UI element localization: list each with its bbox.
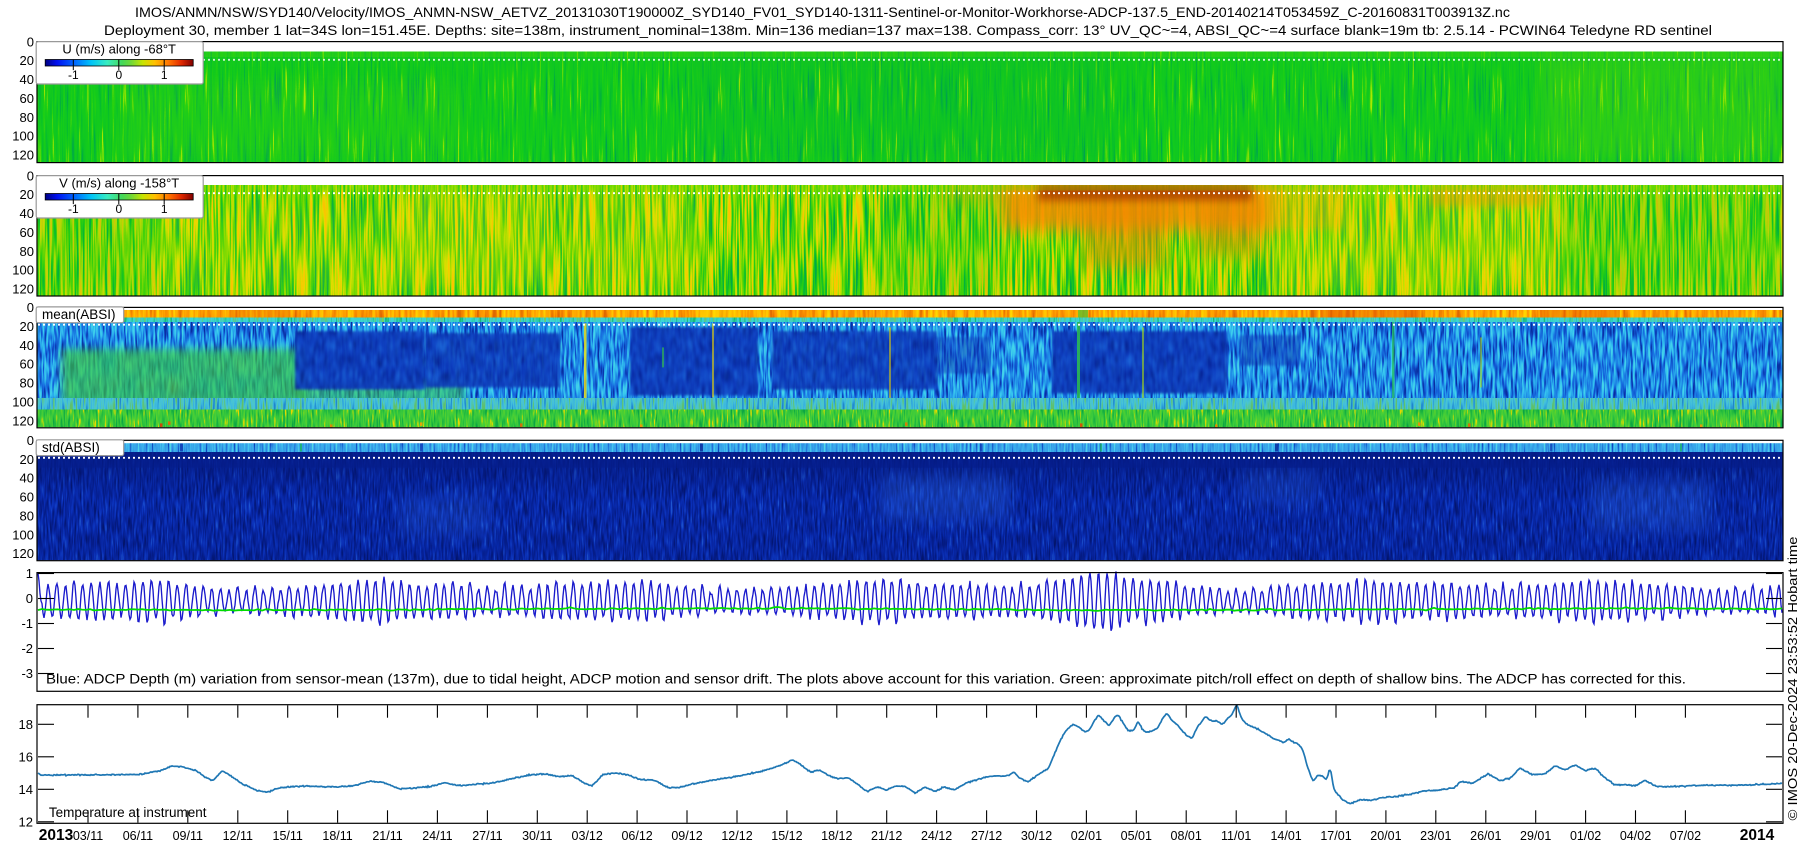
svg-text:-2: -2 [21, 641, 33, 656]
svg-text:27/12: 27/12 [971, 829, 1002, 843]
svg-text:0: 0 [26, 591, 33, 606]
svg-text:0: 0 [27, 300, 34, 315]
svg-text:30/11: 30/11 [522, 829, 552, 843]
svg-text:0: 0 [27, 433, 34, 448]
svg-text:08/01: 08/01 [1171, 829, 1202, 843]
svg-text:40: 40 [20, 338, 34, 353]
svg-text:0: 0 [27, 168, 34, 183]
svg-text:17/01: 17/01 [1320, 829, 1351, 843]
svg-text:40: 40 [20, 72, 34, 87]
svg-text:20: 20 [20, 187, 34, 202]
svg-text:120: 120 [12, 148, 34, 163]
svg-text:80: 80 [20, 509, 34, 524]
svg-text:1: 1 [26, 566, 33, 581]
svg-text:100: 100 [12, 394, 34, 409]
svg-text:14/01: 14/01 [1270, 829, 1301, 843]
svg-text:27/11: 27/11 [472, 829, 502, 843]
svg-text:-1: -1 [68, 202, 79, 216]
svg-text:60: 60 [20, 357, 34, 372]
svg-text:mean(ABSI): mean(ABSI) [42, 307, 116, 322]
svg-text:06/12: 06/12 [621, 829, 652, 843]
svg-text:© IMOS 20-Dec-2024 23:53:52 Ho: © IMOS 20-Dec-2024 23:53:52 Hobart time [1785, 537, 1800, 821]
svg-text:1: 1 [161, 68, 168, 82]
svg-text:U (m/s) along -68°T: U (m/s) along -68°T [62, 41, 176, 56]
svg-text:80: 80 [20, 376, 34, 391]
svg-text:20: 20 [20, 452, 34, 467]
svg-text:20: 20 [20, 53, 34, 68]
svg-text:2014: 2014 [1740, 827, 1775, 844]
svg-text:80: 80 [20, 110, 34, 125]
svg-text:0: 0 [115, 202, 122, 216]
svg-text:Deployment 30, member 1 lat=34: Deployment 30, member 1 lat=34S lon=151.… [104, 23, 1712, 38]
svg-text:-3: -3 [21, 666, 33, 681]
svg-text:100: 100 [12, 527, 34, 542]
svg-text:07/02: 07/02 [1670, 829, 1701, 843]
svg-text:12: 12 [19, 814, 33, 829]
svg-text:03/11: 03/11 [73, 829, 103, 843]
svg-text:Temperature at instrument: Temperature at instrument [49, 805, 207, 820]
svg-text:21/12: 21/12 [871, 829, 902, 843]
svg-text:-1: -1 [68, 68, 79, 82]
svg-text:21/11: 21/11 [372, 829, 402, 843]
svg-text:12/11: 12/11 [223, 829, 253, 843]
svg-text:14: 14 [19, 782, 33, 797]
svg-text:20/01: 20/01 [1370, 829, 1401, 843]
svg-text:04/02: 04/02 [1620, 829, 1651, 843]
svg-text:60: 60 [20, 490, 34, 505]
svg-text:40: 40 [20, 471, 34, 486]
svg-text:09/12: 09/12 [671, 829, 702, 843]
svg-text:18: 18 [19, 717, 33, 732]
svg-text:23/01: 23/01 [1420, 829, 1451, 843]
svg-text:IMOS/ANMN/NSW/SYD140/Velocity/: IMOS/ANMN/NSW/SYD140/Velocity/IMOS_ANMN-… [135, 5, 1510, 20]
svg-text:Blue: ADCP Depth (m) variation: Blue: ADCP Depth (m) variation from sens… [46, 672, 1686, 687]
svg-text:29/01: 29/01 [1520, 829, 1551, 843]
svg-text:100: 100 [12, 263, 34, 278]
svg-text:12/12: 12/12 [721, 829, 752, 843]
svg-text:09/11: 09/11 [173, 829, 203, 843]
svg-text:120: 120 [12, 546, 34, 561]
svg-text:24/11: 24/11 [422, 829, 452, 843]
svg-text:V (m/s) along -158°T: V (m/s) along -158°T [59, 175, 179, 190]
svg-text:-1: -1 [21, 616, 33, 631]
svg-text:80: 80 [20, 244, 34, 259]
svg-text:18/11: 18/11 [322, 829, 352, 843]
svg-text:0: 0 [115, 68, 122, 82]
svg-text:18/12: 18/12 [821, 829, 852, 843]
svg-text:01/02: 01/02 [1570, 829, 1601, 843]
svg-text:16: 16 [19, 749, 33, 764]
svg-text:03/12: 03/12 [572, 829, 603, 843]
svg-text:2013: 2013 [39, 827, 74, 844]
svg-text:11/01: 11/01 [1221, 829, 1251, 843]
svg-text:120: 120 [12, 413, 34, 428]
svg-text:20: 20 [20, 319, 34, 334]
svg-text:100: 100 [12, 129, 34, 144]
svg-text:02/01: 02/01 [1071, 829, 1102, 843]
svg-text:06/11: 06/11 [123, 829, 153, 843]
svg-text:26/01: 26/01 [1470, 829, 1501, 843]
svg-text:1: 1 [161, 202, 168, 216]
svg-text:24/12: 24/12 [921, 829, 952, 843]
svg-text:std(ABSI): std(ABSI) [42, 440, 100, 455]
svg-text:120: 120 [12, 282, 34, 297]
svg-text:0: 0 [27, 34, 34, 49]
svg-text:60: 60 [20, 91, 34, 106]
svg-text:40: 40 [20, 206, 34, 221]
svg-text:30/12: 30/12 [1021, 829, 1052, 843]
svg-text:15/11: 15/11 [273, 829, 303, 843]
svg-text:15/12: 15/12 [771, 829, 802, 843]
svg-text:05/01: 05/01 [1121, 829, 1152, 843]
svg-text:60: 60 [20, 225, 34, 240]
